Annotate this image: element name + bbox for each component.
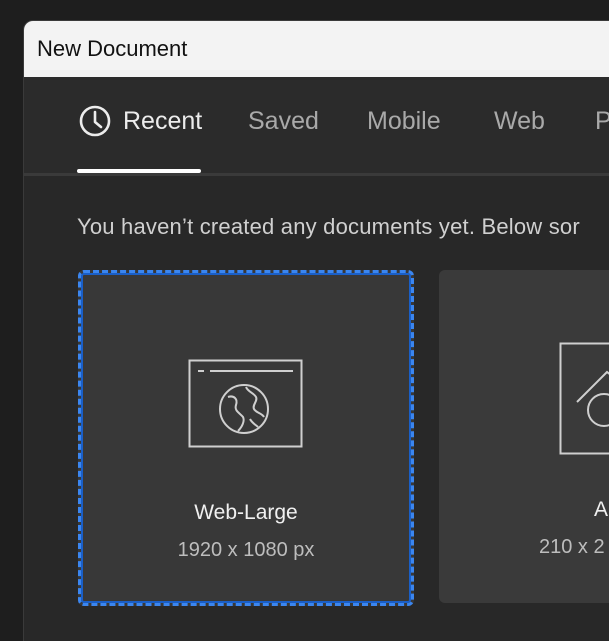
preset-size: 210 x 2 [539, 536, 605, 559]
tab-recent-label: Recent [123, 107, 202, 135]
document-icon [559, 342, 609, 457]
tab-web[interactable]: Web [494, 107, 545, 136]
preset-name: Web-Large [81, 501, 411, 525]
preset-size: 1920 x 1080 px [81, 539, 411, 562]
active-tab-indicator [77, 169, 201, 173]
web-globe-icon [188, 359, 303, 449]
tab-mobile[interactable]: Mobile [367, 107, 441, 136]
preset-card-a4[interactable]: A 210 x 2 [439, 270, 609, 603]
tab-saved[interactable]: Saved [248, 107, 319, 136]
preset-card-web-large[interactable]: Web-Large 1920 x 1080 px [78, 270, 414, 606]
new-document-dialog: New Document Recent Saved Mobile Web P Y… [23, 20, 609, 641]
title-bar: New Document [24, 21, 609, 77]
dialog-title: New Document [37, 21, 187, 77]
tab-recent[interactable]: Recent [78, 107, 202, 136]
empty-state-message: You haven’t created any documents yet. B… [77, 214, 580, 240]
tab-print[interactable]: P [595, 107, 609, 136]
preset-name: A [594, 498, 608, 522]
tab-web-label: Web [494, 107, 545, 135]
tab-print-label: P [595, 107, 609, 135]
clock-icon [78, 104, 112, 138]
tab-mobile-label: Mobile [367, 107, 441, 135]
tab-bar: Recent Saved Mobile Web P [24, 77, 609, 176]
tab-saved-label: Saved [248, 107, 319, 135]
